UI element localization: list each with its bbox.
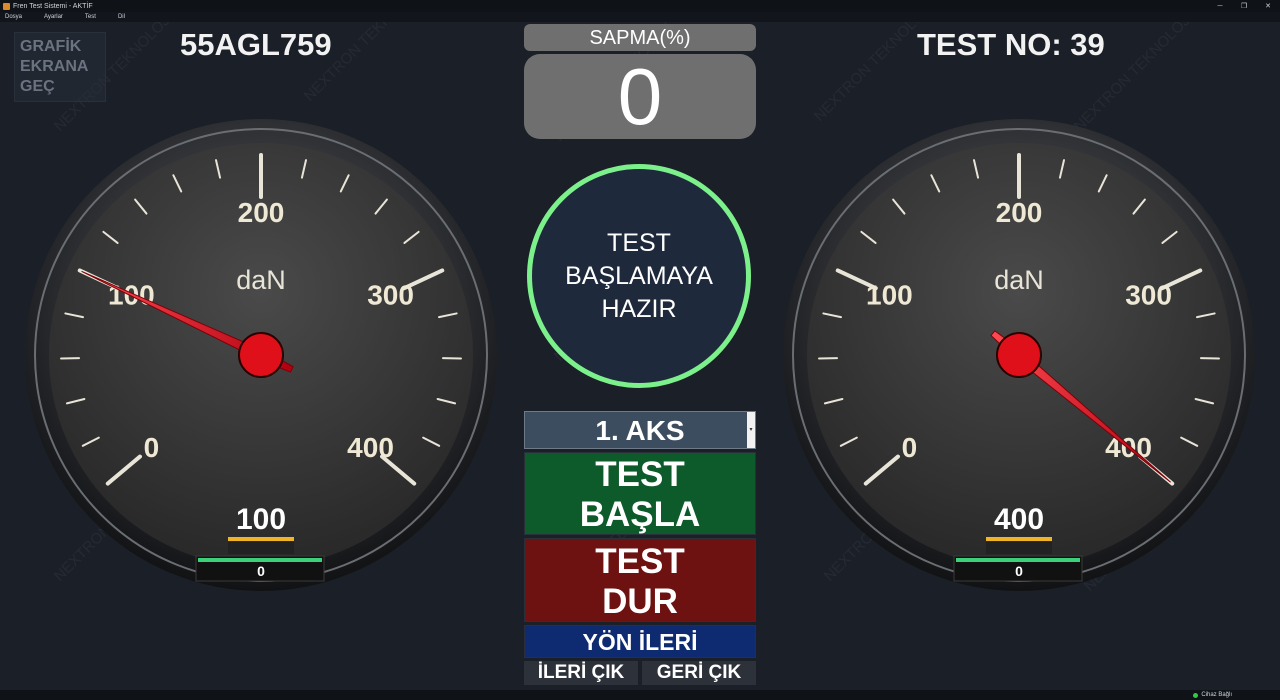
minimize-icon[interactable]: ─ <box>1208 0 1232 12</box>
gauge-green-bar <box>956 558 1080 562</box>
axle-select-value: 1. AKS <box>595 415 685 446</box>
gauge-digital-readout: 100 <box>236 503 286 536</box>
right-brake-gauge: 0100200300400daN4000 <box>783 119 1255 591</box>
forward-exit-button[interactable]: İLERİ ÇIK <box>524 661 638 685</box>
connection-status: Cihaz Bağlı <box>1193 692 1232 698</box>
menu-dil[interactable]: Dil <box>118 14 125 20</box>
gauge-needle-hub <box>996 332 1042 378</box>
menu-dosya[interactable]: Dosya <box>5 14 22 20</box>
menu-bar: Dosya Ayarlar Test Dil <box>0 12 1280 22</box>
menu-test[interactable]: Test <box>85 14 96 20</box>
app-window: Fren Test Sistemi - AKTİF ─ ❐ ✕ Dosya Ay… <box>0 0 1280 700</box>
status-line1: TEST <box>607 228 671 257</box>
gauge-unit-label: daN <box>236 265 286 295</box>
plate-number: 55AGL759 <box>180 27 332 62</box>
graph-button-line2: EKRANA <box>20 58 89 75</box>
connection-dot-icon <box>1193 692 1199 698</box>
left-brake-gauge: 0100200300400daN1000 <box>25 119 497 591</box>
gauge-scale-label: 200 <box>996 197 1043 228</box>
gauge-needle-hub <box>238 332 284 378</box>
deviation-value: 0 <box>524 54 756 140</box>
test-number: TEST NO: 39 <box>917 27 1105 62</box>
back-exit-button[interactable]: GERİ ÇIK <box>642 661 756 685</box>
start-label-line1: TEST <box>595 455 685 494</box>
gauge-scale-label: 300 <box>1125 280 1172 311</box>
test-start-button[interactable]: TEST BAŞLA <box>524 452 756 535</box>
test-status-indicator: TEST BAŞLAMAYA HAZIR <box>527 164 751 388</box>
gauge-readout-underline <box>986 537 1052 541</box>
title-bar: Fren Test Sistemi - AKTİF ─ ❐ ✕ <box>0 0 1280 12</box>
gauge-unit-label: daN <box>994 265 1044 295</box>
direction-button[interactable]: YÖN İLERİ <box>524 625 756 658</box>
window-controls: ─ ❐ ✕ <box>1208 0 1280 12</box>
window-title: Fren Test Sistemi - AKTİF <box>13 2 93 10</box>
gauge-scale-label: 200 <box>238 197 285 228</box>
gauge-scale-label: 300 <box>367 280 414 311</box>
close-icon[interactable]: ✕ <box>1256 0 1280 12</box>
stop-label-line1: TEST <box>595 542 685 581</box>
stop-label-line2: DUR <box>602 582 678 621</box>
menu-ayarlar[interactable]: Ayarlar <box>44 14 63 20</box>
status-line2: BAŞLAMAYA <box>565 261 713 290</box>
graph-button-line1: GRAFİK <box>20 38 82 55</box>
axle-select[interactable]: 1. AKS ▾ <box>524 411 756 449</box>
connection-label: Cihaz Bağlı <box>1201 692 1232 698</box>
chevron-down-icon[interactable]: ▾ <box>747 412 755 448</box>
gauge-bar-value: 0 <box>257 563 265 579</box>
status-line3: HAZIR <box>601 294 677 323</box>
gauge-bar-value: 0 <box>1015 563 1023 579</box>
maximize-icon[interactable]: ❐ <box>1232 0 1256 12</box>
gauge-green-bar <box>198 558 322 562</box>
gauge-scale-label: 0 <box>144 432 160 463</box>
test-stop-button[interactable]: TEST DUR <box>524 538 756 622</box>
deviation-label: SAPMA(%) <box>524 24 756 51</box>
gauge-scale-label: 400 <box>347 432 394 463</box>
graph-button-line3: GEÇ <box>20 78 55 95</box>
status-bar: Cihaz Bağlı <box>0 690 1280 700</box>
gauge-digital-readout: 400 <box>994 503 1044 536</box>
gauge-scale-label: 100 <box>866 280 913 311</box>
gauge-readout-box <box>228 542 294 554</box>
gauge-readout-underline <box>228 537 294 541</box>
graph-screen-button[interactable]: GRAFİK EKRANA GEÇ <box>14 32 106 102</box>
app-icon <box>3 2 10 10</box>
gauge-scale-label: 0 <box>902 432 918 463</box>
gauge-readout-box <box>986 542 1052 554</box>
start-label-line2: BAŞLA <box>579 495 701 534</box>
